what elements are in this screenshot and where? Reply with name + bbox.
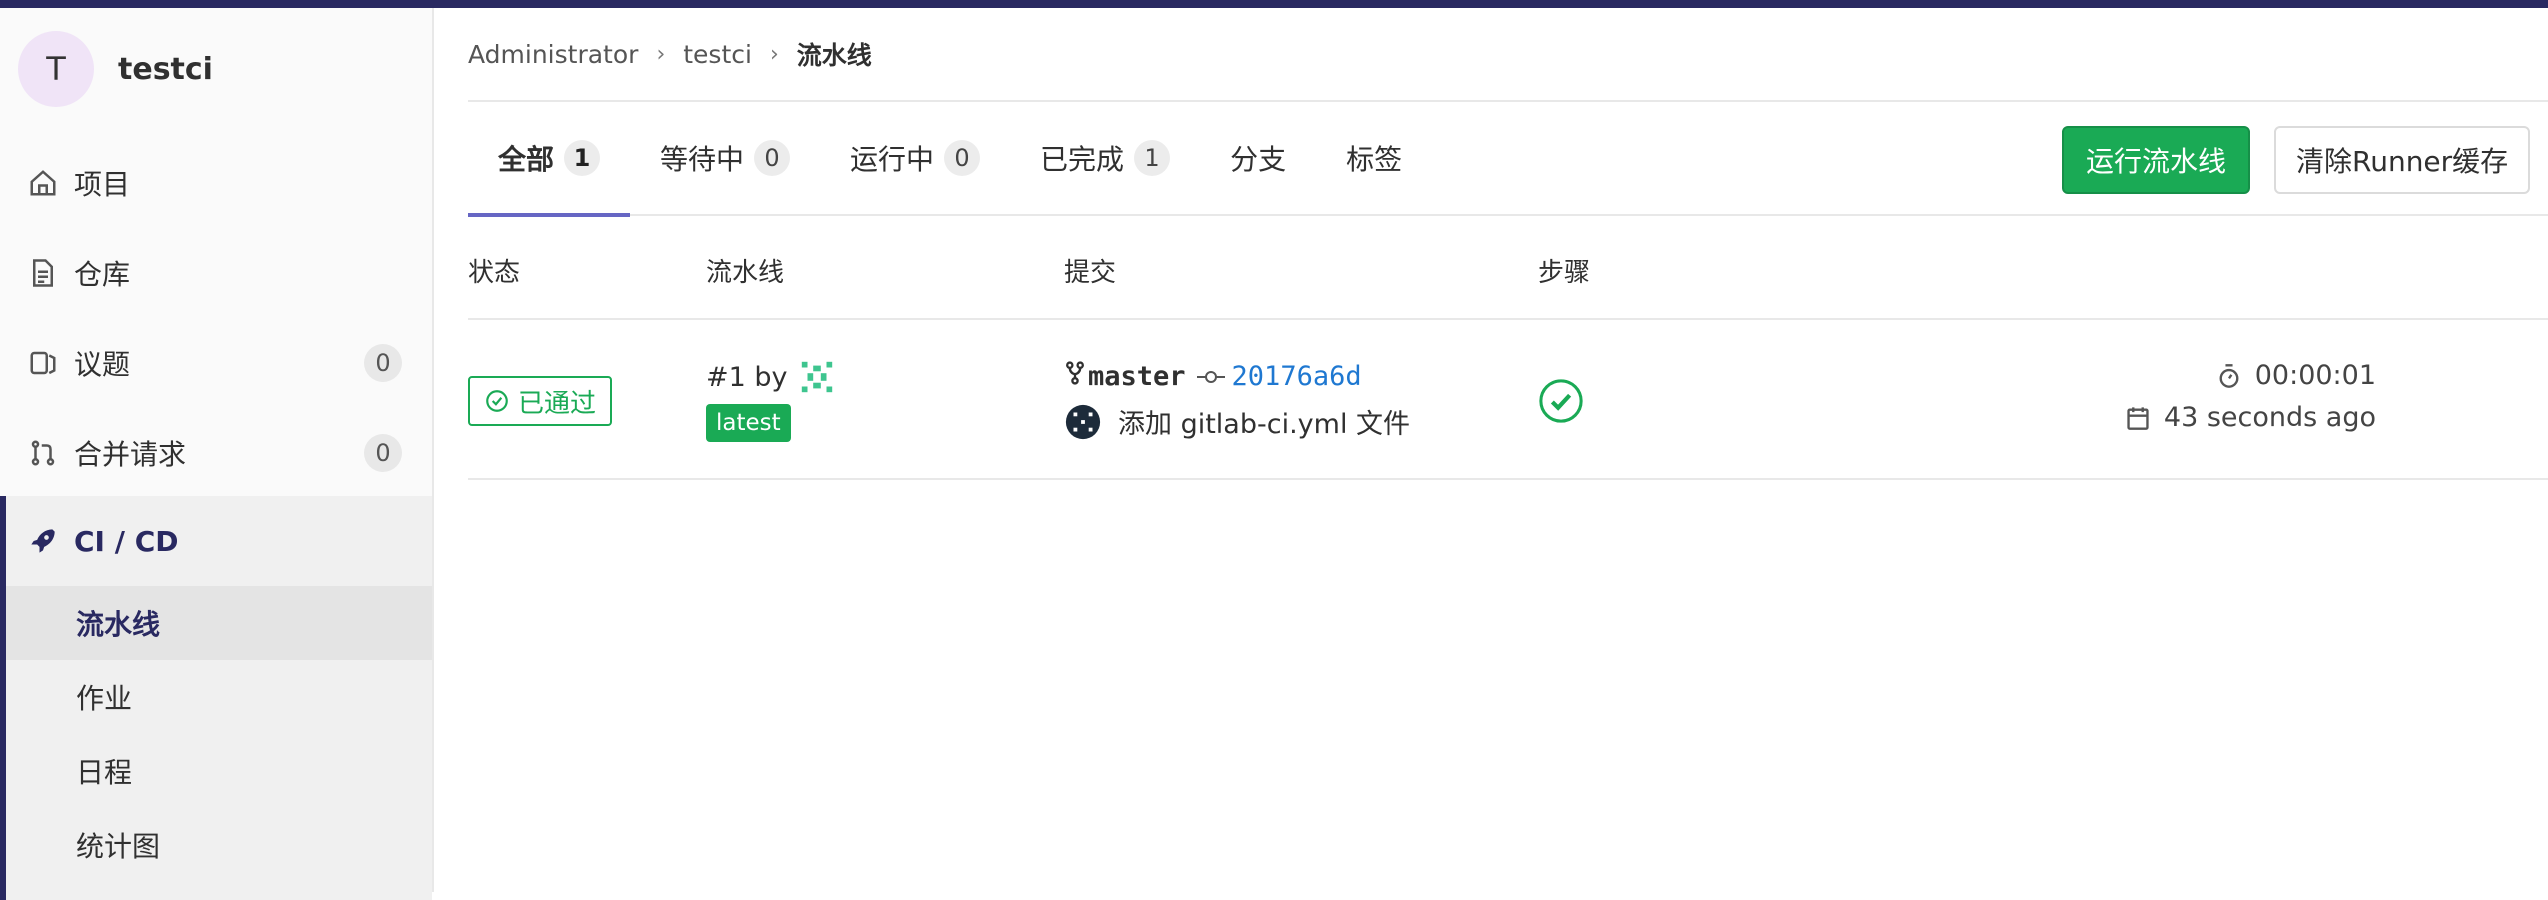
commit-message-link[interactable]: 添加 gitlab-ci.yml 文件 (1118, 402, 1410, 441)
sidebar-item-repository[interactable]: 仓库 (0, 228, 432, 318)
breadcrumb-current[interactable]: 流水线 (797, 36, 872, 72)
tab-label: 已完成 (1040, 143, 1125, 176)
sidebar-item-merge-requests[interactable]: 合并请求 0 (0, 408, 432, 498)
commit-author-avatar[interactable] (1064, 403, 1102, 441)
merge-request-icon (26, 436, 60, 470)
tab-label: 标签 (1346, 143, 1403, 176)
sidebar-item-issues[interactable]: 议题 0 (0, 318, 432, 408)
tab-label: 等待中 (660, 143, 745, 176)
top-navbar (0, 0, 2548, 8)
project-header[interactable]: T testci (0, 8, 432, 130)
document-icon (26, 256, 60, 290)
tab-label: 分支 (1230, 143, 1287, 176)
tab-count-badge: 1 (1134, 140, 1171, 176)
project-name: testci (118, 51, 213, 87)
table-header: 状态 流水线 提交 步骤 (468, 216, 2548, 320)
tab-finished[interactable]: 已完成 1 (1010, 101, 1200, 215)
sidebar: T testci 项目 仓库 议题 0 合并请求 0 CI / CD 流水线 作… (0, 8, 434, 900)
sidebar-item-label: 议题 (74, 348, 131, 381)
rocket-icon (26, 524, 60, 558)
breadcrumb-link-project[interactable]: testci (683, 40, 752, 69)
sidebar-item-label: CI / CD (74, 524, 179, 558)
breadcrumb: Administrator › testci › 流水线 (468, 8, 2548, 102)
branch-link[interactable]: master (1088, 361, 1186, 392)
tab-count-badge: 0 (754, 140, 791, 176)
column-header-status: 状态 (468, 258, 521, 288)
commit-sha-link[interactable]: 20176a6d (1232, 361, 1362, 392)
commit-icon (1196, 367, 1226, 387)
timer-icon (2217, 363, 2241, 389)
tab-count-badge: 0 (944, 140, 981, 176)
tab-label: 全部 (498, 143, 555, 176)
project-avatar: T (18, 31, 94, 107)
sidebar-subitem-pipelines[interactable]: 流水线 (6, 586, 432, 660)
tab-label: 运行中 (850, 143, 935, 176)
status-label: 已通过 (518, 388, 597, 419)
sidebar-item-project[interactable]: 项目 (0, 138, 432, 228)
issues-count-badge: 0 (364, 344, 402, 382)
breadcrumb-link-owner[interactable]: Administrator (468, 40, 638, 69)
column-header-stages: 步骤 (1538, 258, 1591, 288)
check-circle-icon (484, 388, 510, 414)
clear-runner-cache-button[interactable]: 清除Runner缓存 (2274, 126, 2531, 194)
pipeline-id-link[interactable]: #1 by (706, 358, 836, 396)
commit-message-line: 添加 gitlab-ci.yml 文件 (1064, 402, 1410, 441)
pipeline-finished-time: 43 seconds ago (2126, 402, 2376, 433)
tab-tags[interactable]: 标签 (1316, 101, 1432, 215)
sidebar-subitem-schedules[interactable]: 日程 (6, 734, 432, 808)
column-header-commit: 提交 (1064, 258, 1117, 288)
sidebar-item-label: 合并请求 (74, 438, 187, 471)
tab-branches[interactable]: 分支 (1200, 101, 1316, 215)
tab-all[interactable]: 全部 1 (468, 101, 631, 217)
pipeline-tabs: 全部 1 等待中 0 运行中 0 已完成 1 分支 标签 运行流水线 清除Run… (468, 101, 2548, 217)
duration-value: 00:00:01 (2254, 360, 2376, 391)
branch-icon (1064, 360, 1086, 393)
commit-ref: master 20176a6d (1064, 360, 1362, 393)
merge-requests-count-badge: 0 (364, 434, 402, 472)
home-icon (26, 166, 60, 200)
sidebar-subitem-charts[interactable]: 统计图 (6, 808, 432, 882)
sidebar-item-label: 仓库 (74, 258, 131, 291)
status-badge[interactable]: 已通过 (468, 376, 613, 426)
stage-success-icon[interactable] (1538, 378, 1584, 428)
user-avatar[interactable] (798, 358, 836, 396)
chevron-right-icon: › (656, 41, 666, 67)
calendar-icon (2126, 405, 2150, 431)
sidebar-item-label: 项目 (74, 168, 131, 201)
main-content: Administrator › testci › 流水线 全部 1 等待中 0 … (468, 8, 2548, 892)
finished-time-value: 43 seconds ago (2163, 402, 2376, 433)
latest-tag-badge: latest (706, 404, 791, 442)
table-row: 已通过 #1 by latest master 20176a6d 添加 gitl… (468, 320, 2548, 480)
run-pipeline-button[interactable]: 运行流水线 (2062, 126, 2251, 194)
pipeline-id: #1 by (706, 361, 788, 393)
tab-pending[interactable]: 等待中 0 (630, 101, 820, 215)
sidebar-subitem-jobs[interactable]: 作业 (6, 660, 432, 734)
sidebar-item-cicd[interactable]: CI / CD (6, 496, 432, 586)
column-header-pipeline: 流水线 (706, 258, 785, 288)
chevron-right-icon: › (769, 41, 779, 67)
tab-count-badge: 1 (564, 140, 601, 176)
pipeline-duration: 00:00:01 (2217, 360, 2376, 391)
tab-running[interactable]: 运行中 0 (820, 101, 1010, 215)
issues-icon (26, 346, 60, 380)
sidebar-section-cicd: CI / CD 流水线 作业 日程 统计图 (0, 496, 432, 900)
